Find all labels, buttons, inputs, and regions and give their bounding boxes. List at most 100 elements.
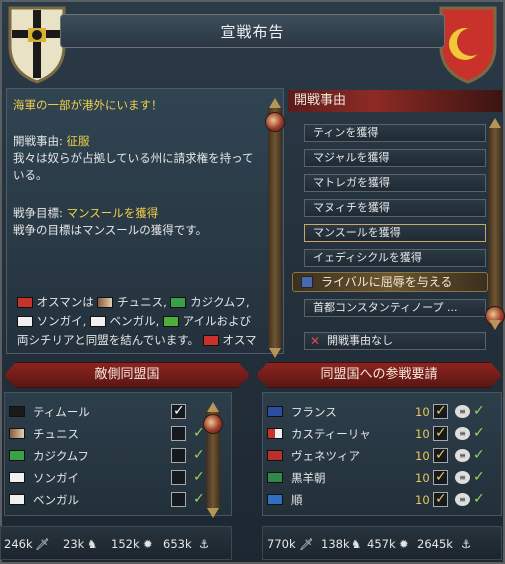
window-title: 宣戦布告	[60, 14, 445, 48]
alliance-line-3: 両シチリアと同盟を結んでいます。 オスマ	[17, 332, 257, 349]
window-title-text: 宣戦布告	[220, 22, 285, 41]
cb-item[interactable]: マヌィチを獲得	[304, 199, 486, 217]
acceptance-value: 10	[415, 493, 430, 507]
green-check-icon: ✓	[473, 447, 485, 463]
alliance-text-2a: ソンガイ,	[36, 314, 87, 328]
enemy-allies-list: ティムール ✓ チュニス ✓ カジクムフ ✓ ソンガイ ✓ ベンガル ✓	[4, 392, 232, 516]
qara-qoyunlu-flag-icon	[267, 472, 283, 483]
checkbox[interactable]	[171, 470, 186, 485]
checkbox[interactable]	[171, 448, 186, 463]
cb-line: 開戦事由: 征服	[13, 133, 90, 150]
artillery-icon: ✹	[399, 537, 409, 551]
checkbox[interactable]	[171, 492, 186, 507]
green-check-icon: ✓	[193, 469, 205, 485]
check-icon: ✓	[435, 425, 447, 441]
ottoman-flag-icon	[17, 297, 33, 308]
ally-row[interactable]: 順 10 ✓ ≡ ✓	[267, 491, 497, 509]
ally-name: カスティーリャ	[291, 427, 371, 441]
acceptance-value: 10	[415, 427, 430, 441]
infantry-count: 770k	[267, 537, 296, 551]
enemy-row[interactable]: ティムール ✓	[9, 403, 229, 421]
enemy-row[interactable]: チュニス ✓	[9, 425, 229, 443]
scroll-thumb[interactable]	[265, 112, 285, 132]
cb-item[interactable]: 首都コンスタンティノープ ...	[304, 299, 486, 317]
ally-name: 順	[291, 493, 303, 507]
enemy-name: ソンガイ	[33, 471, 79, 485]
alliance-line-1: オスマンは チュニス, カジクムフ,	[17, 294, 250, 311]
green-check-icon: ✓	[473, 425, 485, 441]
humiliate-icon	[301, 276, 313, 288]
infantry-count: 246k	[4, 537, 33, 551]
ally-row[interactable]: フランス 10 ✓ ≡ ✓	[267, 403, 497, 421]
war-info-panel: 海軍の一部が港外にいます！ 開戦事由: 征服 我々は奴らが占拠している州に請求権…	[6, 88, 284, 354]
acceptance-value: 10	[415, 471, 430, 485]
ally-row[interactable]: カスティーリャ 10 ✓ ≡ ✓	[267, 425, 497, 443]
ayr-flag-icon	[162, 316, 179, 327]
enemy-row[interactable]: ベンガル ✓	[9, 491, 229, 509]
songhai-flag-icon	[17, 316, 33, 327]
cb-scrollbar[interactable]	[485, 118, 505, 330]
text-scrollbar[interactable]	[265, 98, 285, 358]
enemy-row[interactable]: ソンガイ ✓	[9, 469, 229, 487]
alliance-text-2b: ベンガル,	[109, 314, 160, 328]
venice-flag-icon	[267, 450, 283, 461]
cb-item[interactable]: マジャルを獲得	[304, 149, 486, 167]
cavalry-icon: ♞	[351, 537, 362, 551]
ally-row[interactable]: ヴェネツィア 10 ✓ ≡ ✓	[267, 447, 497, 465]
ally-name: フランス	[291, 405, 337, 419]
checkbox[interactable]	[171, 426, 186, 441]
ally-name: 黒羊朝	[291, 471, 326, 485]
no-casus-belli-option[interactable]: ✕ 開戦事由なし	[304, 332, 486, 350]
alliance-text-1c: カジクムフ,	[190, 295, 250, 309]
cb-item[interactable]: イェディシクルを獲得	[304, 249, 486, 267]
enemy-name: チュニス	[33, 427, 79, 441]
ally-name: ヴェネツィア	[291, 449, 360, 463]
kazikumukh-flag-icon	[170, 297, 187, 308]
acceptance-value: 10	[415, 449, 430, 463]
speech-icon: ≡	[455, 471, 470, 484]
check-icon: ✓	[435, 447, 447, 463]
goal-label: 戦争目標:	[13, 206, 63, 220]
navy-warning: 海軍の一部が港外にいます！	[13, 98, 163, 112]
bengal-flag-icon	[9, 494, 25, 505]
call-allies-list: フランス 10 ✓ ≡ ✓ カスティーリャ 10 ✓ ≡ ✓ ヴェネツィア 10…	[262, 392, 502, 516]
navy-icon: ⚓	[461, 537, 472, 551]
goal-value: マンスールを獲得	[66, 206, 159, 220]
france-flag-icon	[267, 406, 283, 417]
artillery-count: 152k	[111, 537, 140, 551]
shun-flag-icon	[267, 494, 283, 505]
green-check-icon: ✓	[473, 403, 485, 419]
ottoman-flag-icon-2	[202, 335, 219, 346]
speech-icon: ≡	[455, 405, 470, 418]
cb-item-selected[interactable]: マンスールを獲得	[304, 224, 486, 242]
humiliate-rival-option[interactable]: ライバルに屈辱を与える	[292, 272, 488, 292]
timurid-flag-icon	[9, 406, 25, 417]
scroll-thumb[interactable]	[203, 414, 223, 434]
enemy-scrollbar[interactable]	[203, 402, 223, 518]
casus-belli-header: 開戦事由	[288, 90, 502, 112]
ally-row[interactable]: 黒羊朝 10 ✓ ≡ ✓	[267, 469, 497, 487]
green-check-icon: ✓	[193, 447, 205, 463]
cross-icon: ✕	[310, 334, 321, 348]
speech-icon: ≡	[455, 493, 470, 506]
enemy-name: ベンガル	[33, 493, 79, 507]
alliance-text-1b: チュニス,	[117, 295, 167, 309]
speech-icon: ≡	[455, 427, 470, 440]
cb-item[interactable]: ティンを獲得	[304, 124, 486, 142]
alliance-text-2c: アイルおよび	[182, 314, 252, 328]
check-icon: ✓	[435, 491, 447, 507]
enemy-row[interactable]: カジクムフ ✓	[9, 447, 229, 465]
goal-line: 戦争目標: マンスールを獲得	[13, 205, 158, 222]
alliance-text-1: オスマンは	[36, 295, 94, 309]
green-check-icon: ✓	[473, 469, 485, 485]
alliance-text-3b: オスマ	[222, 333, 257, 347]
castile-flag-icon	[267, 428, 283, 439]
artillery-count: 457k	[367, 537, 396, 551]
green-check-icon: ✓	[193, 491, 205, 507]
enemy-name: ティムール	[33, 405, 90, 419]
humiliate-label: ライバルに屈辱を与える	[321, 275, 453, 289]
alliance-text-3: 両シチリアと同盟を結んでいます。	[17, 333, 200, 347]
cavalry-count: 138k	[321, 537, 350, 551]
cb-item[interactable]: マトレガを獲得	[304, 174, 486, 192]
cb-desc-2: いる。	[13, 168, 48, 182]
